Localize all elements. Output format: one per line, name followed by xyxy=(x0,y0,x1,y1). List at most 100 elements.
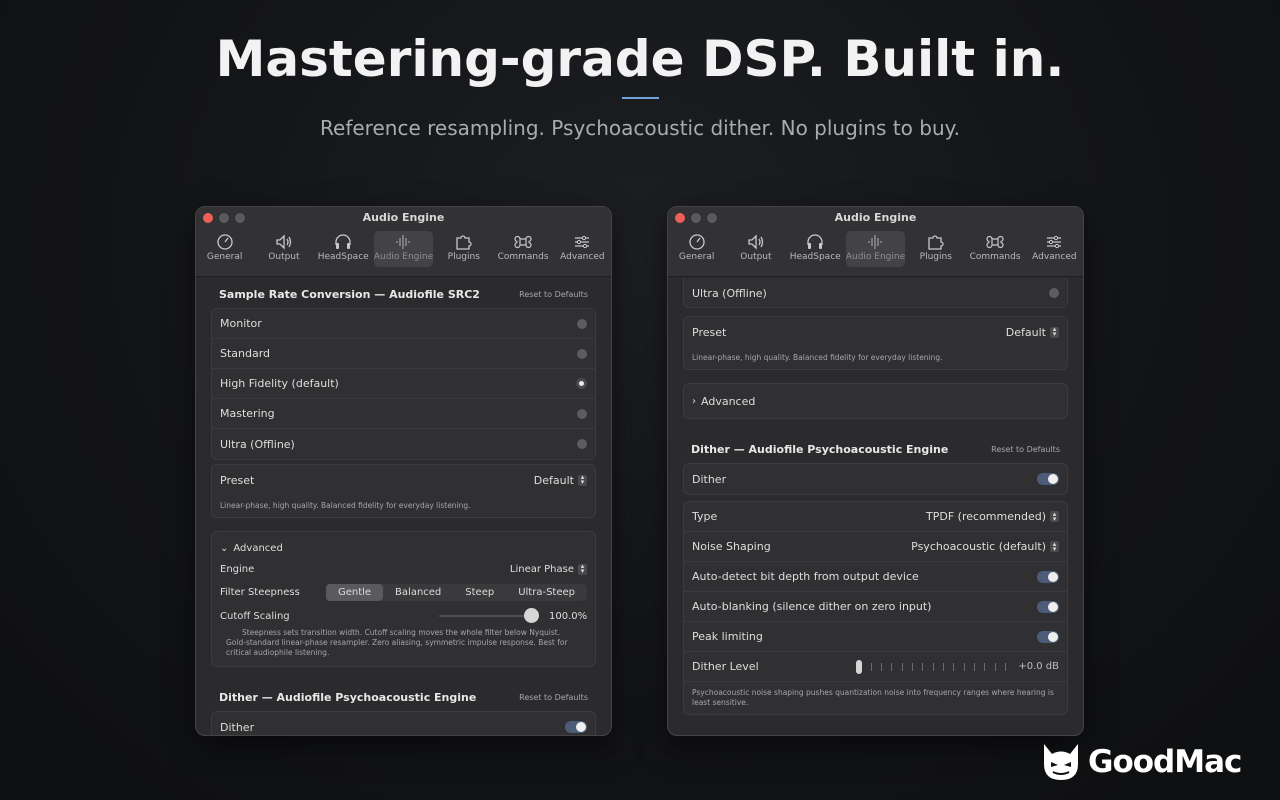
radio-button[interactable] xyxy=(1049,288,1059,298)
advanced-disclosure[interactable]: › Advanced xyxy=(684,384,1067,418)
shaping-popup[interactable]: Psychoacoustic (default) ▴ ▾ xyxy=(911,540,1059,553)
preset-popup[interactable]: Default ▴ ▾ xyxy=(1006,326,1059,339)
preset-box: Preset Default ▴ ▾ Linear-phase, high qual… xyxy=(683,316,1068,370)
titlebar: Audio Engine General Output HeadSpace Au… xyxy=(196,207,611,277)
titlebar: Audio Engine General Output HeadSpace Au… xyxy=(668,207,1083,277)
dither-toggle[interactable] xyxy=(565,721,587,733)
option-label: High Fidelity (default) xyxy=(220,377,339,390)
audio-engine-window-left: Audio Engine General Output HeadSpace Au… xyxy=(195,206,612,736)
noise-shaping-row[interactable]: Noise Shaping Psychoacoustic (default) ▴ ▾ xyxy=(684,532,1067,562)
type-row[interactable]: Type TPDF (recommended) ▴ ▾ xyxy=(684,502,1067,532)
dither-toggle[interactable] xyxy=(1037,473,1059,485)
slider-knob[interactable] xyxy=(856,659,863,674)
type-popup[interactable]: TPDF (recommended) ▴ ▾ xyxy=(926,510,1059,523)
quality-option[interactable]: Mastering xyxy=(212,399,595,429)
tab-label: Plugins xyxy=(919,252,952,262)
peak-limiting-row: Peak limiting xyxy=(684,622,1067,652)
gauge-icon xyxy=(688,234,705,250)
steepness-label: Filter Steepness xyxy=(220,586,300,598)
preset-popup[interactable]: Default ▴ ▾ xyxy=(534,474,587,487)
preset-box: Preset Default ▴ ▾ Linear-phase, high qual… xyxy=(211,464,596,518)
advanced-disclosure[interactable]: ⌄ Advanced xyxy=(212,538,595,558)
segment-steep[interactable]: Steep xyxy=(453,584,506,601)
slider-knob[interactable] xyxy=(524,608,539,623)
radio-button[interactable] xyxy=(577,408,587,419)
command-icon xyxy=(986,235,1004,249)
dither-description: Psychoacoustic noise shaping pushes quan… xyxy=(692,688,1054,707)
tab-advanced[interactable]: Advanced xyxy=(554,231,611,267)
tab-general[interactable]: General xyxy=(196,231,253,267)
reset-to-defaults-link[interactable]: Reset to Defaults xyxy=(519,693,588,702)
reset-to-defaults-link[interactable]: Reset to Defaults xyxy=(519,290,588,299)
puzzle-icon xyxy=(456,235,472,250)
advanced-box: › Advanced xyxy=(683,383,1068,419)
dither-label: Dither xyxy=(220,720,255,734)
tab-headspace[interactable]: HeadSpace xyxy=(787,231,844,267)
segment-gentle[interactable]: Gentle xyxy=(325,583,384,601)
waveform-icon xyxy=(396,235,411,249)
autoblank-toggle[interactable] xyxy=(1037,600,1059,613)
advanced-note-2: Gold-standard linear-phase resampler. Ze… xyxy=(226,638,568,657)
engine-row[interactable]: Engine Linear Phase ▴ ▾ xyxy=(212,558,595,580)
tab-label: Audio Engine xyxy=(845,252,906,262)
radio-button[interactable] xyxy=(577,348,587,359)
advanced-label: Advanced xyxy=(701,394,756,408)
tab-general[interactable]: General xyxy=(668,231,725,267)
option-label: Ultra (Offline) xyxy=(692,286,767,300)
sliders-icon xyxy=(575,235,590,249)
quality-option[interactable]: Ultra (Offline) xyxy=(684,278,1067,307)
tab-label: Audio Engine xyxy=(373,252,434,262)
preset-row[interactable]: Preset Default ▴ ▾ xyxy=(212,465,595,495)
radio-button[interactable] xyxy=(577,439,587,449)
dither-row: Dither xyxy=(212,712,595,735)
radio-button-selected[interactable] xyxy=(576,378,587,389)
segment-balanced[interactable]: Balanced xyxy=(383,584,453,601)
cutoff-label: Cutoff Scaling xyxy=(220,610,290,622)
tab-audio-engine[interactable]: Audio Engine xyxy=(845,231,906,267)
tab-label: General xyxy=(678,252,715,262)
preset-value: Default xyxy=(1005,325,1046,339)
dither-settings-box: Type TPDF (recommended) ▴ ▾ Noise Shaping … xyxy=(683,501,1068,715)
reset-to-defaults-link[interactable]: Reset to Defaults xyxy=(991,445,1060,454)
section-title: Dither — Audiofile Psychoacoustic Engine xyxy=(219,691,477,704)
section-title: Dither — Audiofile Psychoacoustic Engine xyxy=(691,443,949,456)
preferences-toolbar: General Output HeadSpace Audio Engine Pl… xyxy=(668,231,1083,267)
dither-section-header: Dither — Audiofile Psychoacoustic Engine… xyxy=(219,691,588,704)
dither-section-header: Dither — Audiofile Psychoacoustic Engine… xyxy=(691,443,1060,456)
option-label: Mastering xyxy=(220,407,275,420)
tab-plugins[interactable]: Plugins xyxy=(907,231,964,267)
preset-value: Default xyxy=(533,473,574,487)
segment-ultra-steep[interactable]: Ultra-Steep xyxy=(506,584,587,601)
level-value: +0.0 dB xyxy=(1018,661,1059,672)
tab-plugins[interactable]: Plugins xyxy=(435,231,492,267)
tab-output[interactable]: Output xyxy=(727,231,784,267)
radio-button[interactable] xyxy=(577,318,587,329)
cutoff-slider[interactable] xyxy=(439,608,539,624)
dither-box: Dither xyxy=(211,711,596,735)
popup-chevrons-icon: ▴ ▾ xyxy=(578,563,587,575)
tab-commands[interactable]: Commands xyxy=(966,231,1023,267)
tab-headspace[interactable]: HeadSpace xyxy=(315,231,372,267)
tab-output[interactable]: Output xyxy=(255,231,312,267)
filter-steepness-row: Filter Steepness Gentle Balanced Steep U… xyxy=(212,580,595,604)
quality-option[interactable]: Monitor xyxy=(212,309,595,339)
tab-audio-engine[interactable]: Audio Engine xyxy=(373,231,434,267)
section-title: Sample Rate Conversion — Audiofile SRC2 xyxy=(219,288,480,301)
quality-option[interactable]: Standard xyxy=(212,339,595,369)
quality-option[interactable]: Ultra (Offline) xyxy=(212,429,595,459)
shaping-value: Psychoacoustic (default) xyxy=(911,540,1046,553)
autodetect-toggle[interactable] xyxy=(1037,570,1059,583)
tab-advanced[interactable]: Advanced xyxy=(1026,231,1083,267)
steepness-segmented-control[interactable]: Gentle Balanced Steep Ultra-Steep xyxy=(325,583,587,601)
devil-mascot-icon xyxy=(1044,744,1078,780)
quality-option[interactable]: High Fidelity (default) xyxy=(212,369,595,399)
tab-label: HeadSpace xyxy=(789,252,841,262)
tab-label: HeadSpace xyxy=(317,252,369,262)
engine-popup[interactable]: Linear Phase ▴ ▾ xyxy=(510,563,587,575)
tab-commands[interactable]: Commands xyxy=(494,231,551,267)
preset-row[interactable]: Preset Default ▴ ▾ xyxy=(684,317,1067,347)
dither-level-slider[interactable] xyxy=(856,659,1007,675)
src-section-header: Sample Rate Conversion — Audiofile SRC2 … xyxy=(219,288,588,301)
chevron-down-icon: ⌄ xyxy=(220,542,229,554)
peak-limiting-toggle[interactable] xyxy=(1037,630,1059,643)
